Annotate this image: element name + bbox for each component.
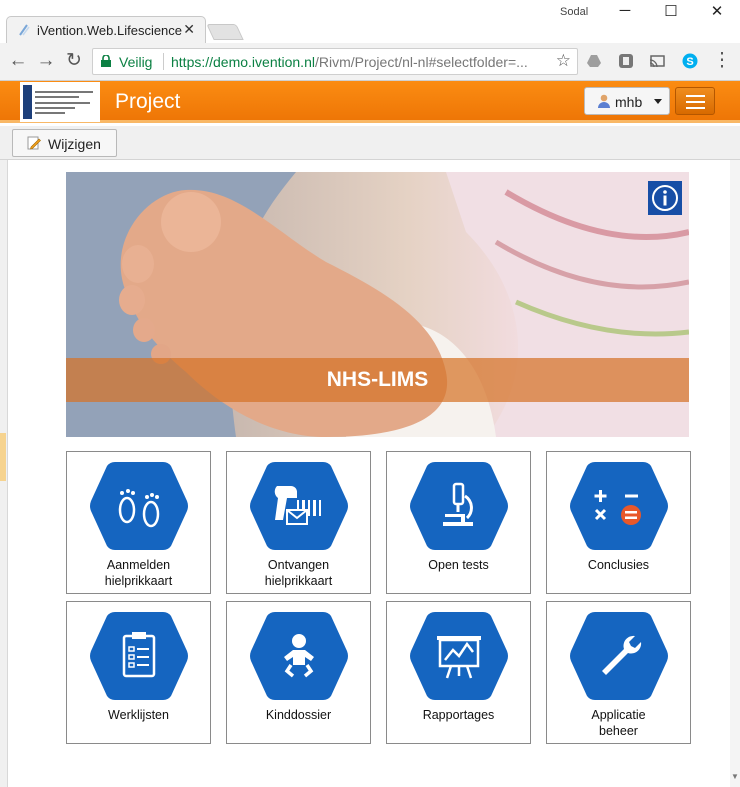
tile-label-line1: Ontvangen bbox=[267, 558, 330, 572]
tile-label-line2: beheer bbox=[599, 724, 638, 738]
tile-label-line1: Open tests bbox=[428, 558, 489, 572]
url-text[interactable]: https://demo.ivention.nl/Rivm/Project/nl… bbox=[171, 54, 528, 70]
calculator-icon bbox=[570, 462, 668, 550]
page-title: Project bbox=[115, 90, 181, 113]
browser-toolbar: ← → ↻ Veilig https://demo.ivention.nl/Ri… bbox=[0, 43, 740, 81]
edit-button-label: Wijzigen bbox=[48, 136, 101, 152]
tile-label-line2: hielprikkaart bbox=[104, 574, 173, 588]
extension-icon[interactable] bbox=[618, 53, 634, 69]
tab-close-icon[interactable]: ✕ bbox=[183, 21, 195, 38]
tile-label-line1: Aanmelden bbox=[106, 558, 171, 572]
tile-presentation-chart[interactable]: Rapportages bbox=[386, 601, 531, 744]
address-bar[interactable]: Veilig https://demo.ivention.nl/Rivm/Pro… bbox=[92, 48, 578, 75]
lock-icon bbox=[101, 55, 111, 67]
user-icon bbox=[598, 94, 610, 108]
tile-label-line2: hielprikkaart bbox=[264, 574, 333, 588]
window-profile-name[interactable]: Sodal bbox=[560, 6, 588, 18]
tile-label-line1: Kinddossier bbox=[265, 708, 332, 722]
scroll-down-icon[interactable]: ▼ bbox=[730, 772, 740, 784]
secure-label: Veilig bbox=[119, 54, 153, 70]
browser-tab[interactable]: iVention.Web.Lifescience ✕ bbox=[6, 16, 206, 44]
hamburger-menu-button[interactable] bbox=[675, 87, 715, 115]
minimize-icon[interactable]: ─ bbox=[602, 2, 648, 26]
tile-wrench[interactable]: Applicatie beheer bbox=[546, 601, 691, 744]
browser-titlebar: iVention.Web.Lifescience ✕ Sodal ─ ☐ ✕ bbox=[0, 0, 740, 44]
omnibox-divider bbox=[163, 53, 164, 70]
clipboard-list-icon bbox=[90, 612, 188, 700]
footprints-icon bbox=[90, 462, 188, 550]
tile-baby[interactable]: Kinddossier bbox=[226, 601, 371, 744]
tile-barcode-scanner[interactable]: Ontvangen hielprikkaart bbox=[226, 451, 371, 594]
wrench-icon bbox=[570, 612, 668, 700]
tab-title: iVention.Web.Lifescience bbox=[37, 23, 183, 38]
svg-text:S: S bbox=[686, 56, 693, 68]
back-icon[interactable]: ← bbox=[6, 49, 30, 73]
tile-calculator[interactable]: Conclusies bbox=[546, 451, 691, 594]
drive-extension-icon[interactable] bbox=[586, 53, 602, 69]
tile-label-line1: Werklijsten bbox=[108, 708, 169, 722]
cast-icon[interactable] bbox=[649, 53, 665, 69]
app-header: Project mhb bbox=[0, 81, 740, 123]
user-name: mhb bbox=[615, 94, 643, 110]
info-icon bbox=[652, 185, 678, 211]
url-path: /Rivm/Project/nl-nl#selectfolder=... bbox=[314, 54, 528, 70]
close-window-icon[interactable]: ✕ bbox=[694, 2, 740, 26]
reload-icon[interactable]: ↻ bbox=[62, 49, 86, 73]
barcode-scanner-icon bbox=[250, 462, 348, 550]
forward-icon[interactable]: → bbox=[34, 49, 58, 73]
left-panel-handle[interactable] bbox=[0, 433, 6, 481]
new-tab-button[interactable] bbox=[206, 24, 244, 40]
tile-label-line1: Applicatie bbox=[591, 708, 646, 722]
chrome-menu-icon[interactable]: ⋮ bbox=[710, 49, 734, 73]
chevron-down-icon bbox=[654, 99, 662, 104]
tile-label-line1: Conclusies bbox=[587, 558, 650, 572]
info-button[interactable] bbox=[648, 181, 682, 215]
url-host: https://demo.ivention.nl bbox=[171, 54, 315, 70]
presentation-chart-icon bbox=[410, 612, 508, 700]
user-menu-button[interactable]: mhb bbox=[584, 87, 670, 115]
favicon-icon bbox=[19, 24, 30, 36]
bookmark-star-icon[interactable]: ☆ bbox=[556, 51, 571, 71]
baby-icon bbox=[250, 612, 348, 700]
skype-icon[interactable]: S bbox=[682, 53, 698, 69]
tile-footprints[interactable]: Aanmelden hielprikkaart bbox=[66, 451, 211, 594]
edit-button[interactable]: Wijzigen bbox=[12, 129, 117, 157]
rivm-logo bbox=[20, 82, 100, 122]
tile-microscope[interactable]: Open tests bbox=[386, 451, 531, 594]
pencil-icon bbox=[27, 136, 41, 150]
action-toolbar: Wijzigen bbox=[0, 126, 740, 160]
hero-banner: NHS-LIMS bbox=[66, 172, 689, 437]
microscope-icon bbox=[410, 462, 508, 550]
maximize-icon[interactable]: ☐ bbox=[648, 2, 694, 26]
tile-label-line1: Rapportages bbox=[422, 708, 495, 722]
vertical-scrollbar[interactable] bbox=[730, 160, 740, 787]
tile-clipboard-list[interactable]: Werklijsten bbox=[66, 601, 211, 744]
banner-title: NHS-LIMS bbox=[326, 368, 429, 391]
